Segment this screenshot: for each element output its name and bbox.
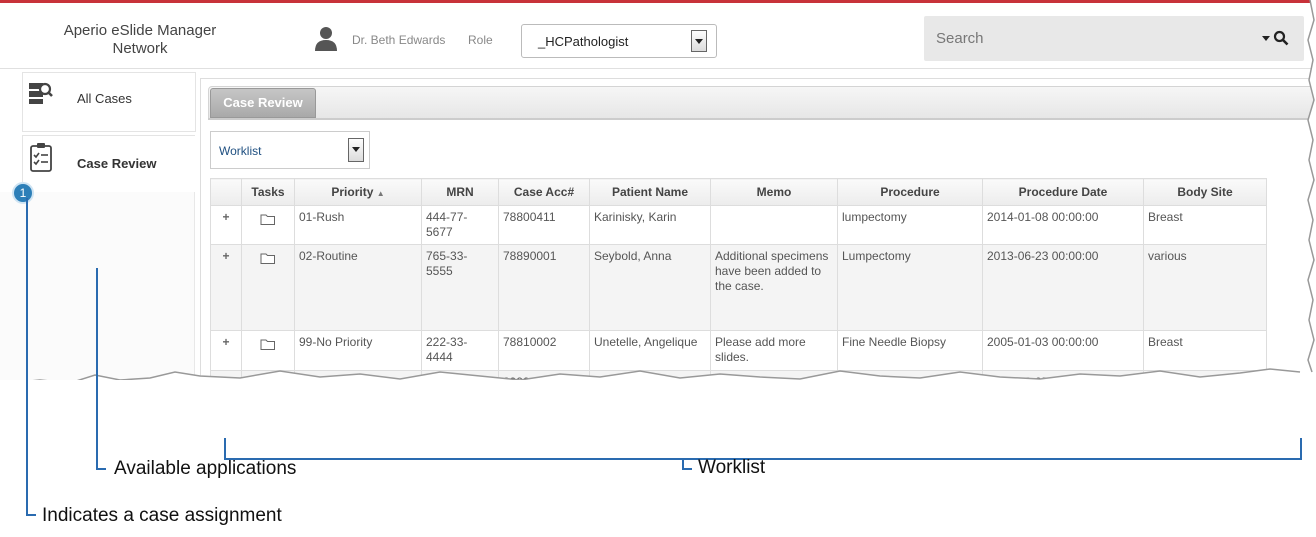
worklist-bracket-left xyxy=(224,438,226,460)
worklist-leader-horizontal xyxy=(682,468,692,470)
case-assignment-leader-vertical xyxy=(26,198,28,516)
torn-edge xyxy=(32,0,1316,380)
worklist-bracket-right xyxy=(1300,438,1302,460)
worklist-label: Worklist xyxy=(698,457,766,478)
available-applications-label: Available applications xyxy=(114,458,297,479)
case-assignment-leader-horizontal xyxy=(26,514,36,516)
available-applications-leader-horizontal xyxy=(96,468,106,470)
available-applications-leader-vertical xyxy=(96,268,98,470)
screenshot: Aperio eSlide Manager Network Dr. Beth E… xyxy=(0,0,1316,380)
case-assignment-label: Indicates a case assignment xyxy=(42,505,282,526)
